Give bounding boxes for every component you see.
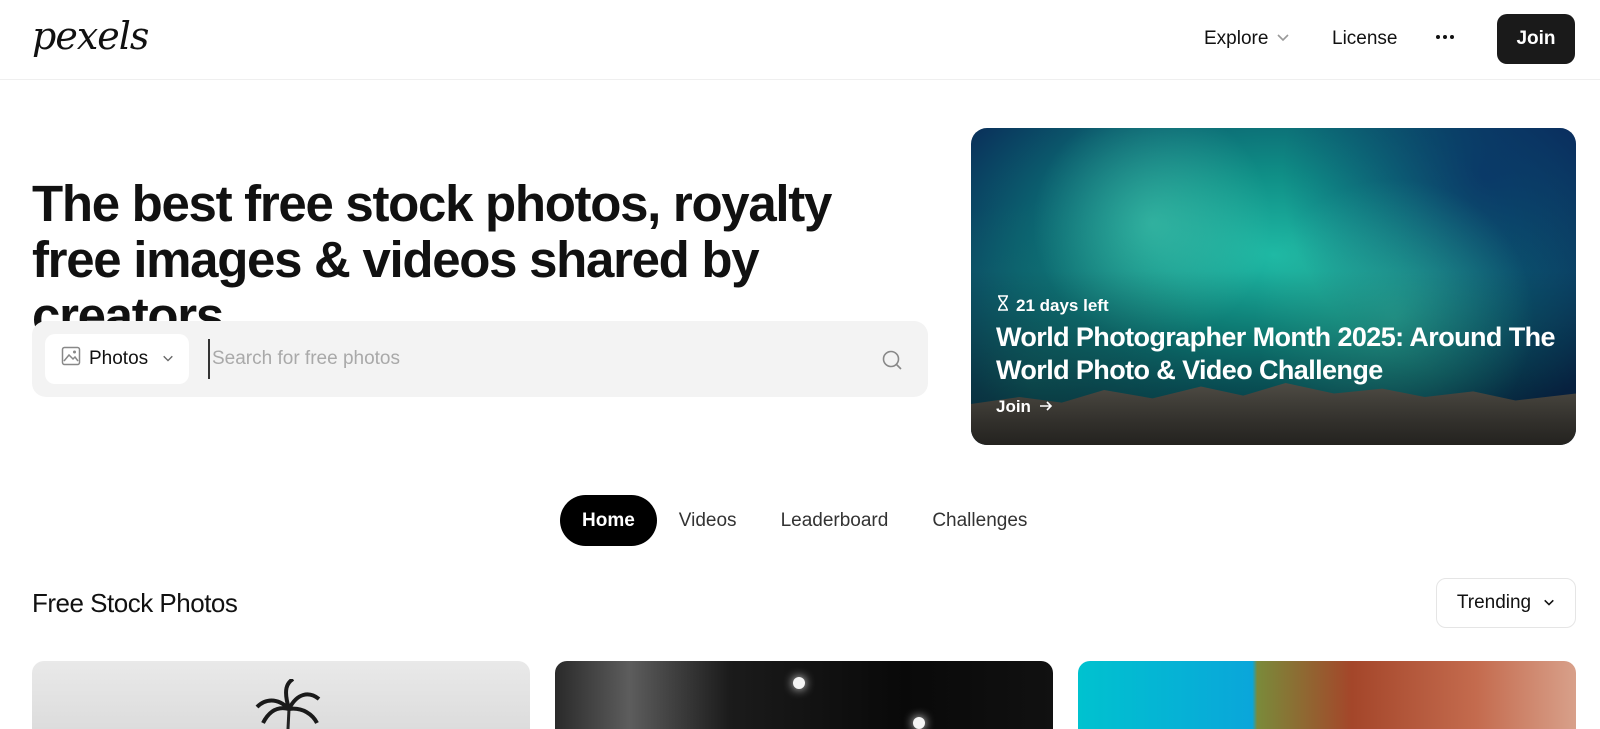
content-tabs: Home Videos Leaderboard Challenges xyxy=(560,495,1049,546)
challenge-title: World Photographer Month 2025: Around Th… xyxy=(996,322,1556,385)
challenge-card[interactable]: 21 days left World Photographer Month 20… xyxy=(971,128,1576,445)
photo-card[interactable] xyxy=(1078,661,1576,729)
nav-explore[interactable]: Explore xyxy=(1204,28,1290,50)
sort-label: Trending xyxy=(1456,592,1532,613)
top-header: pexels Explore License Join xyxy=(0,0,1600,80)
street-light xyxy=(793,677,805,689)
tab-challenges[interactable]: Challenges xyxy=(910,495,1049,546)
search-icon[interactable] xyxy=(877,345,907,375)
search-type-label: Photos xyxy=(89,348,149,369)
challenge-days-left: 21 days left xyxy=(996,295,1109,316)
hero-title: The best free stock photos, royalty free… xyxy=(32,175,832,344)
nav-license[interactable]: License xyxy=(1332,28,1398,50)
palm-tree-image xyxy=(255,679,321,729)
tab-leaderboard[interactable]: Leaderboard xyxy=(759,495,911,546)
tab-videos[interactable]: Videos xyxy=(657,495,759,546)
days-left-label: 21 days left xyxy=(1016,295,1109,315)
section-title: Free Stock Photos xyxy=(32,588,238,618)
challenge-overlay xyxy=(971,128,1576,445)
chevron-down-icon xyxy=(162,348,174,370)
nav-explore-label: Explore xyxy=(1204,28,1269,49)
pexels-logo[interactable]: pexels xyxy=(32,14,149,58)
search-input[interactable] xyxy=(208,339,848,379)
challenge-join-label: Join xyxy=(996,397,1031,416)
photo-card[interactable] xyxy=(555,661,1053,729)
search-type-dropdown[interactable]: Photos xyxy=(45,334,189,384)
arrow-right-icon xyxy=(1039,397,1053,417)
search-bar: Photos xyxy=(32,321,928,397)
challenge-join-link[interactable]: Join xyxy=(996,397,1053,417)
chevron-down-icon xyxy=(1276,28,1290,50)
image-icon xyxy=(61,346,81,372)
more-horizontal-icon[interactable] xyxy=(1430,22,1460,52)
chevron-down-icon xyxy=(1543,592,1555,614)
sort-dropdown[interactable]: Trending xyxy=(1436,578,1576,628)
photo-card[interactable] xyxy=(32,661,530,729)
street-light xyxy=(913,717,925,729)
tab-home[interactable]: Home xyxy=(560,495,657,546)
hourglass-icon xyxy=(996,295,1010,316)
join-button[interactable]: Join xyxy=(1497,14,1575,64)
